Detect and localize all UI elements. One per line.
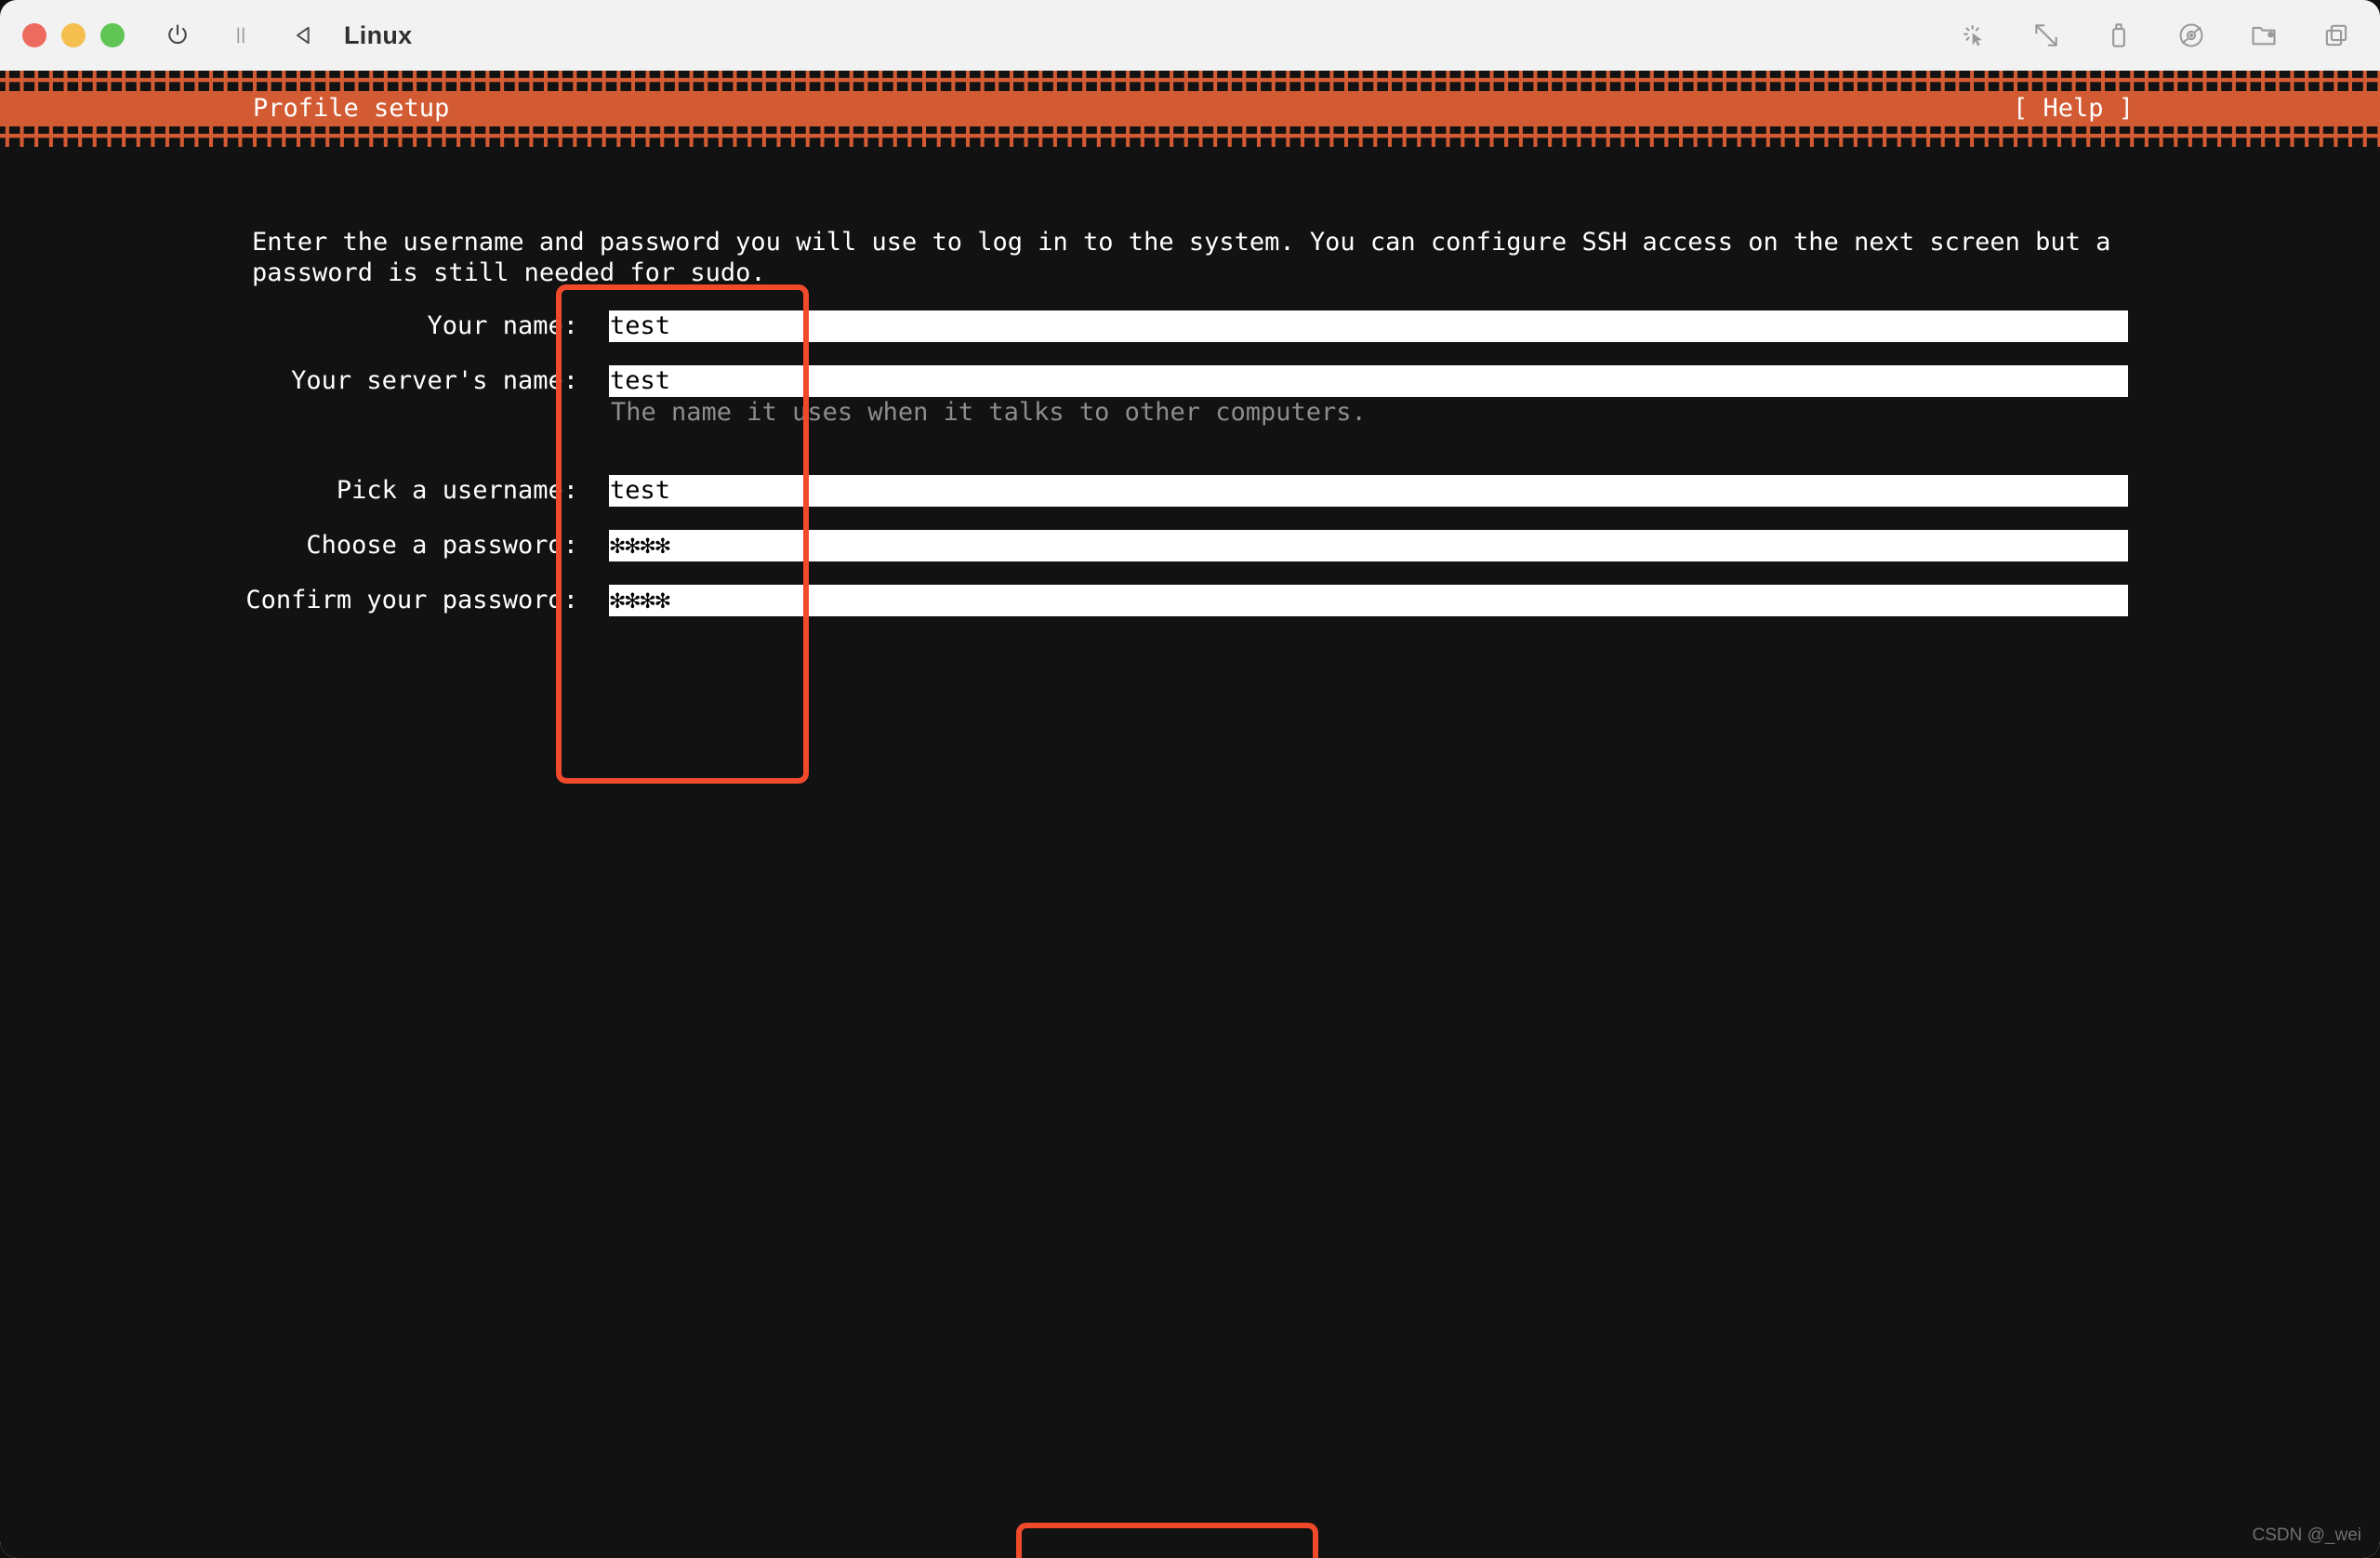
- vm-control-group: [162, 20, 320, 51]
- description-text: Enter the username and password you will…: [252, 228, 2111, 287]
- shared-folder-icon[interactable]: [2246, 18, 2281, 53]
- window-titlebar: Linux: [0, 0, 2380, 71]
- watermark-text: CSDN @_wei: [2252, 1525, 2361, 1545]
- header-pattern-bottom: ╋╋╋╋╋╋╋╋╋╋╋╋╋╋╋╋╋╋╋╋╋╋╋╋╋╋╋╋╋╋╋╋╋╋╋╋╋╋╋╋…: [0, 126, 2380, 147]
- disc-icon[interactable]: [2174, 18, 2209, 53]
- form-row: Confirm your password: ✻✻✻✻: [0, 585, 2380, 616]
- play-back-icon[interactable]: [288, 20, 320, 51]
- field-hint: The name it uses when it talks to other …: [611, 398, 1367, 427]
- form-row: Your name: test: [0, 310, 2380, 342]
- traffic-light-group: [22, 23, 125, 47]
- windows-icon[interactable]: [2319, 18, 2354, 53]
- form-row: Choose a password: ✻✻✻✻: [0, 530, 2380, 561]
- field-label: Your server's name:: [291, 366, 578, 395]
- terminal-screen: ╋╋╋╋╋╋╋╋╋╋╋╋╋╋╋╋╋╋╋╋╋╋╋╋╋╋╋╋╋╋╋╋╋╋╋╋╋╋╋╋…: [0, 71, 2380, 1558]
- page-title: Profile setup: [253, 94, 450, 123]
- header-pattern-top: ╋╋╋╋╋╋╋╋╋╋╋╋╋╋╋╋╋╋╋╋╋╋╋╋╋╋╋╋╋╋╋╋╋╋╋╋╋╋╋╋…: [0, 71, 2380, 91]
- field-input[interactable]: ✻✻✻✻: [609, 530, 2128, 561]
- field-input[interactable]: ✻✻✻✻: [609, 585, 2128, 616]
- close-window-button[interactable]: [22, 23, 46, 47]
- field-label: Pick a username:: [336, 476, 578, 505]
- field-input[interactable]: test: [609, 365, 2128, 397]
- field-input[interactable]: test: [609, 310, 2128, 342]
- form-row: Pick a username: test: [0, 475, 2380, 507]
- toolbar-icon-group: [1956, 0, 2354, 71]
- field-label: Your name:: [427, 311, 578, 340]
- form-row: Your server's name: test: [0, 365, 2380, 397]
- power-icon[interactable]: [162, 20, 193, 51]
- window-title: Linux: [344, 20, 413, 49]
- annotation-box-done: [1016, 1523, 1318, 1558]
- field-label: Confirm your password:: [245, 586, 578, 614]
- minimize-window-button[interactable]: [61, 23, 86, 47]
- maximize-window-button[interactable]: [100, 23, 125, 47]
- installer-header-bar: Profile setup [ Help ]: [0, 91, 2380, 126]
- usb-icon[interactable]: [2101, 18, 2136, 53]
- pause-icon[interactable]: [225, 20, 257, 51]
- help-button[interactable]: [ Help ]: [2013, 91, 2134, 126]
- cursor-click-icon[interactable]: [1956, 18, 1991, 53]
- app-window: Linux ╋╋╋╋╋╋╋╋╋╋╋╋╋╋╋╋╋╋╋╋╋╋╋╋╋╋╋╋╋╋╋╋╋╋…: [0, 0, 2380, 1558]
- field-label: Choose a password:: [306, 531, 578, 560]
- resize-icon[interactable]: [2029, 18, 2064, 53]
- field-input[interactable]: test: [609, 475, 2128, 507]
